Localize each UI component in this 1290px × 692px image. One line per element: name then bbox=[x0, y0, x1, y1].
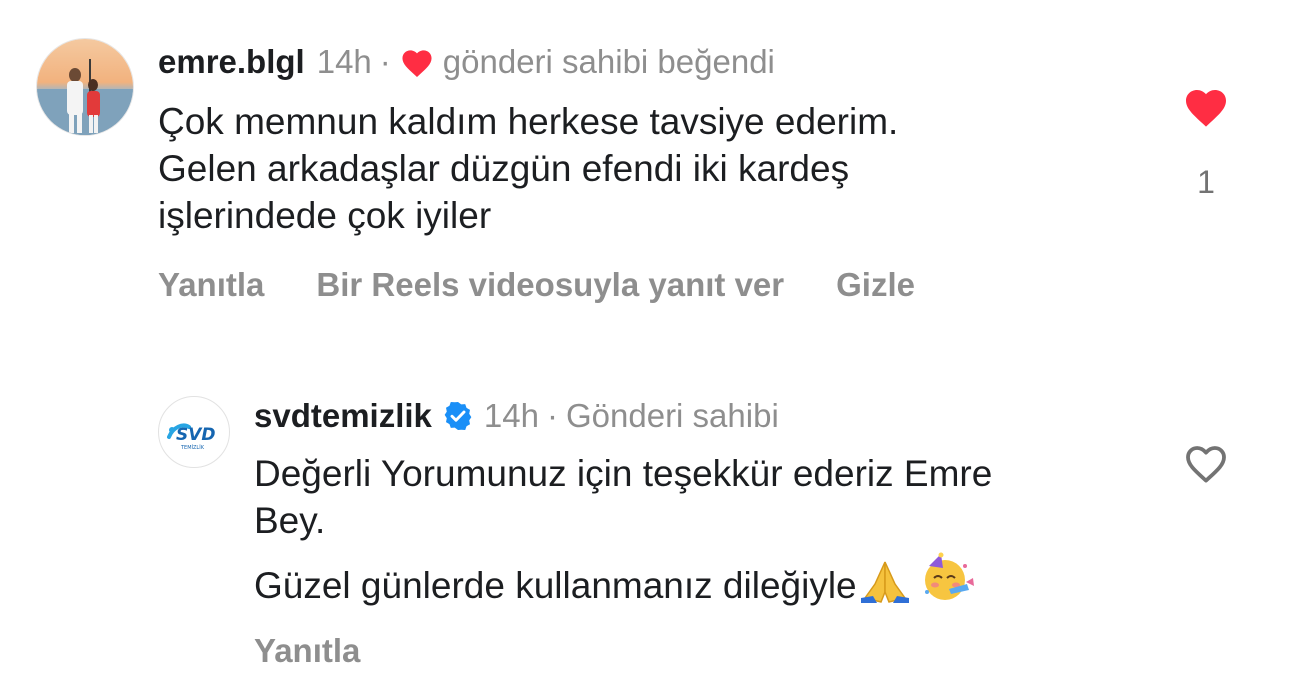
comment-text-line-emoji: Güzel günlerde kullanmanız dileğiyle bbox=[254, 552, 1154, 615]
username[interactable]: svdtemizlik bbox=[254, 396, 432, 436]
comment-text-line: işlerindede çok iyiler bbox=[158, 195, 492, 236]
comment-text-line: Bey. bbox=[254, 500, 326, 541]
like-count: 1 bbox=[1197, 164, 1215, 200]
heart-outline-icon bbox=[1186, 446, 1226, 483]
comment-text-line: Değerli Yorumunuz için teşekkür ederiz E… bbox=[254, 453, 993, 494]
comment-meta: emre.blgl 14h · gönderi sahibi beğendi bbox=[158, 42, 775, 82]
comment-text-line: Gelen arkadaşlar düzgün efendi iki karde… bbox=[158, 148, 850, 189]
comment-meta: svdtemizlik 14h · Gönderi sahibi bbox=[254, 396, 779, 436]
separator-dot: · bbox=[379, 43, 391, 80]
svd-logo-subtext: TEMİZLİK bbox=[180, 444, 205, 451]
post-author-label: Gönderi sahibi bbox=[565, 397, 779, 434]
username[interactable]: emre.blgl bbox=[158, 42, 305, 82]
comment-svdtemizlik: SVD TEMİZLİK svdtemizlik 14h · Gönderi s… bbox=[0, 380, 1290, 692]
folded-hands-emoji bbox=[857, 556, 913, 615]
avatar-emre-blgl[interactable] bbox=[36, 38, 134, 136]
comment-time: 14h bbox=[483, 397, 539, 434]
comment-time: 14h bbox=[316, 43, 372, 80]
comment-text: Değerli Yorumunuz için teşekkür ederiz E… bbox=[254, 450, 1154, 615]
heart-filled-icon bbox=[1186, 90, 1226, 127]
partying-face-emoji bbox=[919, 552, 975, 615]
verified-badge-icon bbox=[442, 400, 474, 432]
comment-actions: Yanıtla Bir Reels videosuyla yanıt ver G… bbox=[158, 266, 915, 304]
svd-logo: SVD TEMİZLİK bbox=[167, 423, 216, 451]
reels-reply-button[interactable]: Bir Reels videosuyla yanıt ver bbox=[316, 266, 784, 304]
avatar-svdtemizlik[interactable]: SVD TEMİZLİK bbox=[158, 396, 230, 468]
avatar-photo bbox=[37, 39, 133, 135]
liked-by-author-label: gönderi sahibi beğendi bbox=[442, 43, 775, 80]
comment-emre-blgl: emre.blgl 14h · gönderi sahibi beğendi Ç… bbox=[0, 0, 1290, 330]
separator-dot: · bbox=[546, 397, 558, 434]
comment-text-segment: Güzel günlerde kullanmanız dileğiyle bbox=[254, 565, 857, 606]
like-button[interactable] bbox=[1182, 440, 1230, 488]
svd-logo-text: SVD bbox=[176, 425, 216, 445]
hide-button[interactable]: Gizle bbox=[836, 266, 915, 304]
comment-text-line: Çok memnun kaldım herkese tavsiye ederim… bbox=[158, 101, 899, 142]
reply-button[interactable]: Yanıtla bbox=[254, 632, 360, 670]
comment-actions: Yanıtla bbox=[254, 632, 360, 670]
like-button[interactable] bbox=[1182, 84, 1230, 132]
heart-icon bbox=[399, 46, 435, 78]
reply-button[interactable]: Yanıtla bbox=[158, 266, 264, 304]
comment-text: Çok memnun kaldım herkese tavsiye ederim… bbox=[158, 98, 1138, 239]
